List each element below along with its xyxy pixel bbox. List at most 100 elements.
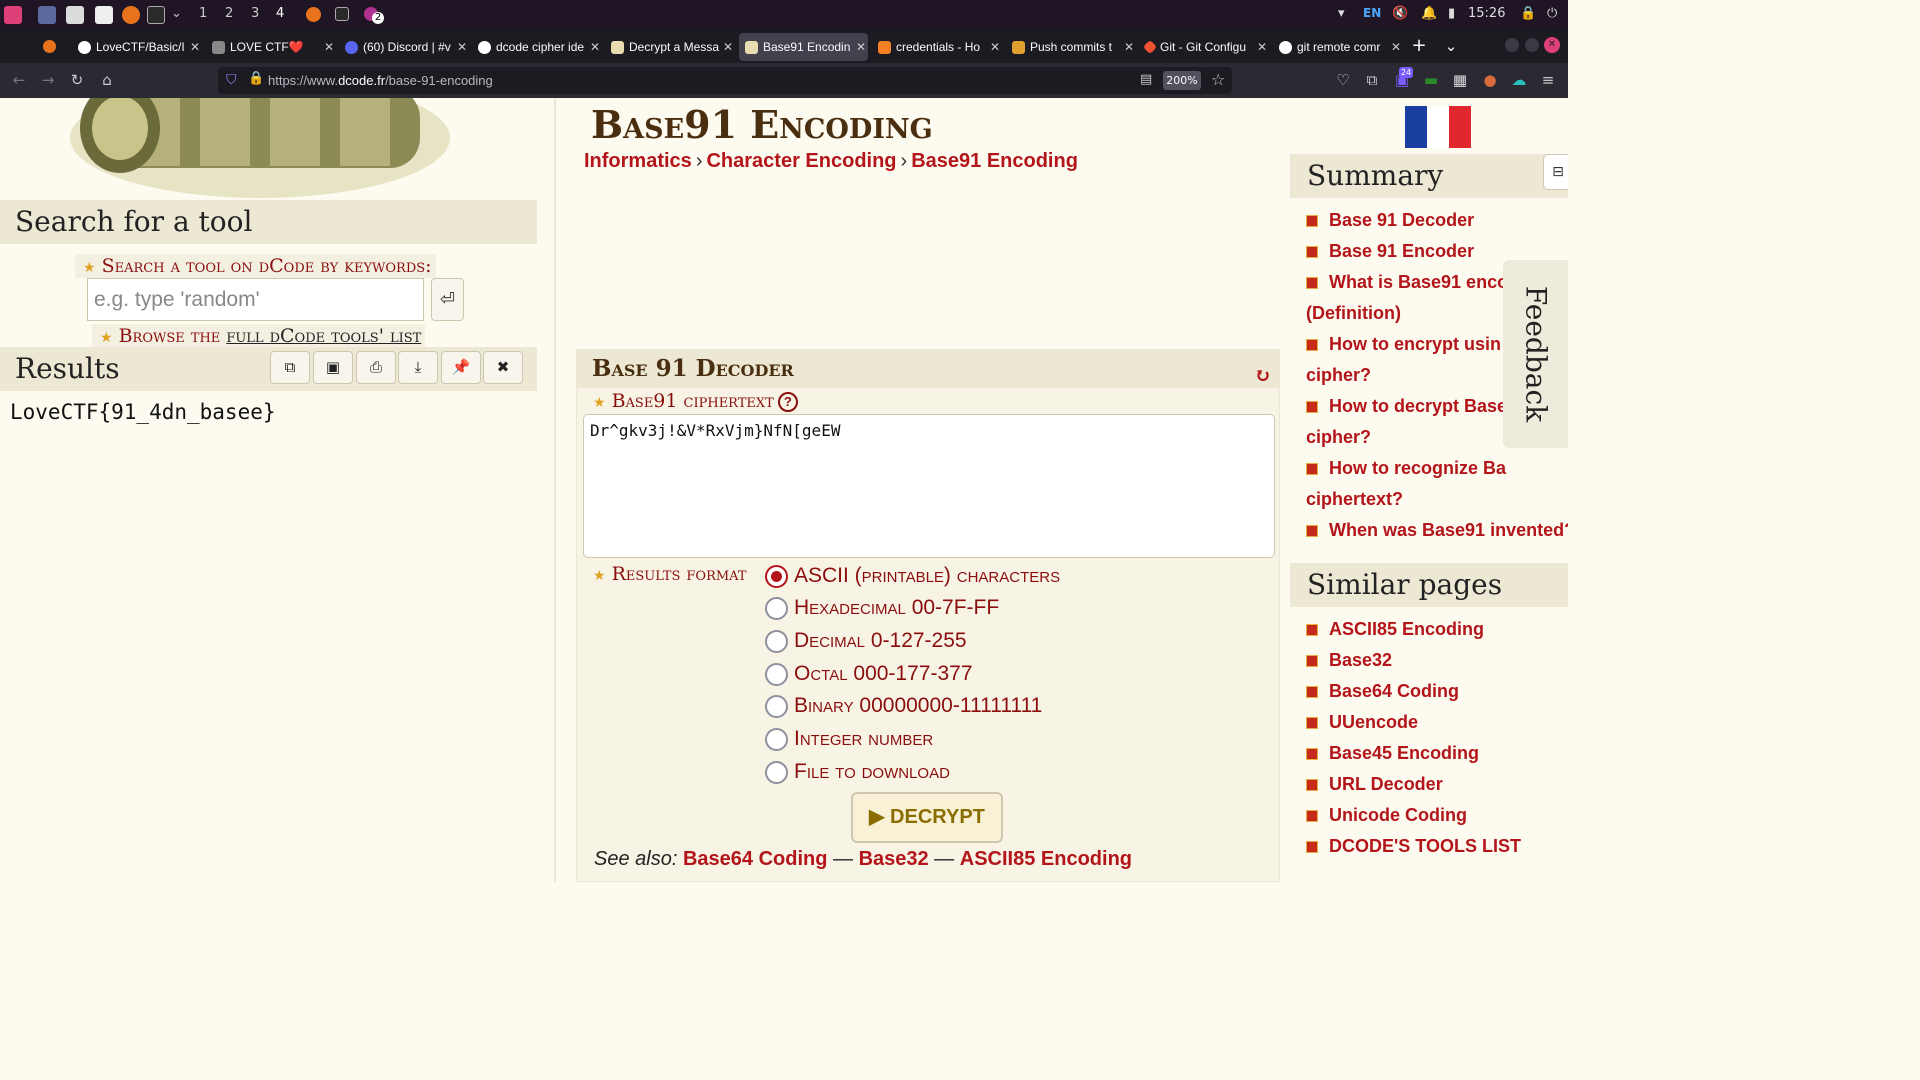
summary-link-definition-cont[interactable]: (Definition) (1306, 298, 1401, 329)
tool-search-input[interactable] (87, 278, 424, 321)
ext-avatar-icon[interactable]: ● (1480, 70, 1500, 90)
format-option-octal[interactable]: Octal 000-177-377 (765, 659, 973, 689)
similar-link-base32[interactable]: Base32 (1306, 645, 1392, 676)
tab-git-config[interactable]: Git - Git Configu ✕ (1139, 33, 1269, 61)
search-submit-button[interactable]: ⏎ (431, 278, 464, 321)
keyboard-layout[interactable]: EN (1363, 6, 1381, 20)
help-icon[interactable]: ? (777, 392, 798, 412)
breadcrumb-base91-encoding[interactable]: Base91 Encoding (911, 150, 1078, 172)
radio-unchecked[interactable] (765, 760, 788, 784)
network-icon[interactable]: ▾ (1338, 6, 1345, 21)
tab-dcode-cipher-identifier[interactable]: dcode cipher ide ✕ (472, 33, 602, 61)
kali-menu-icon[interactable] (4, 6, 22, 24)
summary-link-decrypt-cont[interactable]: cipher? (1306, 422, 1371, 453)
breadcrumb-informatics[interactable]: Informatics (584, 150, 692, 172)
tracking-shield-icon[interactable]: ⛉ (226, 72, 237, 88)
close-icon[interactable]: ✕ (1122, 40, 1136, 54)
url-text[interactable]: https://www.dcode.fr/base-91-encoding (268, 73, 493, 88)
workspace-4[interactable]: 4 (276, 6, 284, 21)
workspace-1[interactable]: 1 (199, 6, 207, 21)
summary-link-encrypt[interactable]: How to encrypt usin (1306, 329, 1501, 360)
reset-icon[interactable]: ↻ (1254, 356, 1271, 394)
summary-link-recognize[interactable]: How to recognize Ba (1306, 453, 1506, 484)
close-icon[interactable]: ✕ (1255, 40, 1269, 54)
format-option-binary[interactable]: Binary 00000000-11111111 (765, 691, 1042, 721)
padlock-icon[interactable]: 🔒 (248, 71, 264, 86)
mute-icon[interactable]: 🔇 (1392, 6, 1408, 21)
minimize-icon[interactable] (1505, 38, 1519, 52)
close-icon[interactable]: ✕ (988, 40, 1002, 54)
radio-unchecked[interactable] (765, 629, 788, 653)
ciphertext-input[interactable] (583, 414, 1275, 558)
breadcrumb-character-encoding[interactable]: Character Encoding (706, 150, 896, 172)
ext-bag-icon[interactable]: ▦ (1450, 70, 1470, 90)
similar-link-base45[interactable]: Base45 Encoding (1306, 738, 1479, 769)
tab-credentials[interactable]: credentials - Ho ✕ (872, 33, 1002, 61)
radio-unchecked[interactable] (765, 662, 788, 686)
radio-unchecked[interactable] (765, 727, 788, 751)
pocket-icon[interactable]: ♡ (1333, 70, 1353, 90)
close-icon[interactable]: ✕ (188, 40, 202, 54)
extensions-icon[interactable]: ⧉ (1362, 70, 1382, 90)
save-results-button[interactable]: ▣ (313, 351, 353, 384)
close-icon[interactable]: ✕ (455, 40, 469, 54)
tab-love-ctf[interactable]: LOVE CTF❤️ ✕ (206, 33, 336, 61)
summary-link-decoder[interactable]: Base 91 Decoder (1306, 205, 1474, 236)
lock-icon[interactable]: 🔒 (1520, 6, 1536, 21)
workspace-2[interactable]: 2 (225, 6, 233, 21)
radio-unchecked[interactable] (765, 596, 788, 620)
bell-icon[interactable]: 🔔 (1421, 6, 1437, 21)
copy-results-button[interactable]: ⧉ (270, 351, 310, 384)
radio-unchecked[interactable] (765, 694, 788, 718)
clock[interactable]: 15:26 (1468, 6, 1505, 21)
tab-discord[interactable]: (60) Discord | #v ✕ (339, 33, 469, 61)
text-editor-icon[interactable] (95, 6, 113, 24)
pin-results-button[interactable]: 📌 (441, 351, 481, 384)
tab-push-commits[interactable]: Push commits t ✕ (1006, 33, 1136, 61)
summary-link-encoder[interactable]: Base 91 Encoder (1306, 236, 1474, 267)
launcher-dropdown-icon[interactable]: ⌄ (171, 6, 182, 21)
format-option-decimal[interactable]: Decimal 0-127-255 (765, 626, 967, 656)
print-results-button[interactable]: ⎙ (356, 351, 396, 384)
summary-link-invented[interactable]: When was Base91 invented? (1306, 515, 1568, 546)
maximize-icon[interactable] (1525, 38, 1539, 52)
firefox-view-icon[interactable] (43, 40, 56, 53)
file-manager-icon[interactable] (66, 6, 84, 24)
clear-results-button[interactable]: ✖ (483, 351, 523, 384)
window-close-icon[interactable]: ✕ (1544, 37, 1560, 53)
tab-decrypt-message[interactable]: Decrypt a Messa ✕ (605, 33, 735, 61)
battery-icon[interactable]: ▮ (1448, 6, 1455, 21)
url-bar[interactable]: ⛉ 🔒 https://www.dcode.fr/base-91-encodin… (218, 67, 1232, 94)
download-results-button[interactable]: ⤓ (398, 351, 438, 384)
similar-link-url-decoder[interactable]: URL Decoder (1306, 769, 1443, 800)
format-option-file[interactable]: File to download (765, 757, 950, 787)
summary-link-encrypt-cont[interactable]: cipher? (1306, 360, 1371, 391)
hamburger-menu-icon[interactable]: ≡ (1538, 70, 1558, 90)
see-also-base64-link[interactable]: Base64 Coding (683, 848, 827, 870)
browse-tools-link[interactable]: ★ Browse the full dCode tools' list (92, 324, 426, 348)
format-option-hexadecimal[interactable]: Hexadecimal 00-7F-FF (765, 593, 999, 623)
collapse-sidebar-button[interactable]: ⊟ (1543, 154, 1568, 190)
tab-git-remote[interactable]: git remote comr ✕ (1273, 33, 1403, 61)
similar-link-ascii85[interactable]: ASCII85 Encoding (1306, 614, 1484, 645)
forward-icon[interactable]: → (38, 70, 58, 90)
see-also-ascii85-link[interactable]: ASCII85 Encoding (960, 848, 1132, 870)
similar-link-tools-list[interactable]: DCODE'S TOOLS LIST (1306, 831, 1521, 862)
french-flag-icon[interactable] (1405, 106, 1471, 148)
home-icon[interactable]: ⌂ (97, 70, 117, 90)
result-output[interactable]: LoveCTF{91_4dn_basee} (10, 400, 276, 424)
close-icon[interactable]: ✕ (588, 40, 602, 54)
summary-link-decrypt[interactable]: How to decrypt Base (1306, 391, 1507, 422)
similar-link-uuencode[interactable]: UUencode (1306, 707, 1418, 738)
workspace-3[interactable]: 3 (251, 6, 259, 21)
close-icon[interactable]: ✕ (854, 40, 868, 54)
firefox-window-icon[interactable] (306, 7, 321, 22)
similar-link-unicode[interactable]: Unicode Coding (1306, 800, 1467, 831)
browse-link-text[interactable]: full dCode tools' list (226, 325, 421, 347)
feedback-tab[interactable]: Feedback (1503, 260, 1568, 448)
tab-lovectf-github[interactable]: LoveCTF/Basic/I ✕ (72, 33, 202, 61)
ext-cloud-icon[interactable]: ☁ (1509, 70, 1529, 90)
dcode-logo-image[interactable] (60, 98, 470, 198)
back-icon[interactable]: ← (9, 70, 29, 90)
similar-link-base64[interactable]: Base64 Coding (1306, 676, 1459, 707)
